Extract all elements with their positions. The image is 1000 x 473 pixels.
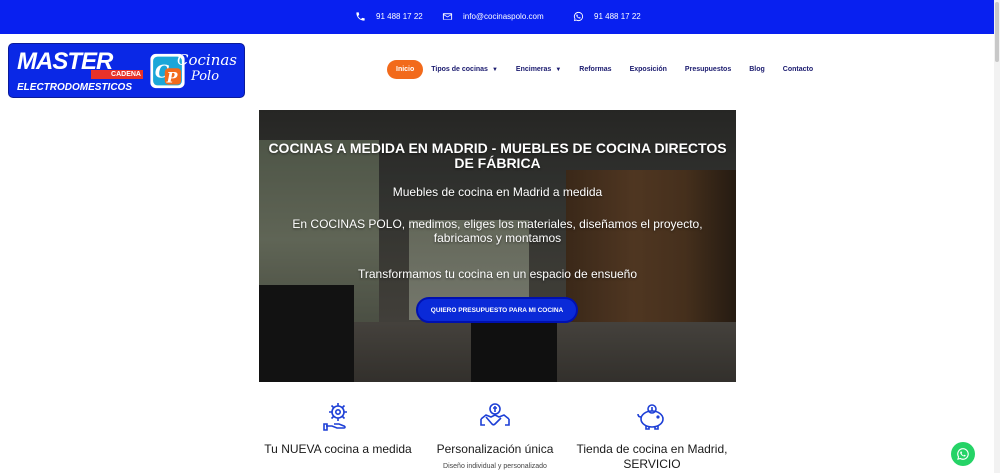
page-scrollbar[interactable] — [994, 0, 1000, 473]
chevron-down-icon: ▼ — [491, 66, 498, 73]
scrollbar-thumb[interactable] — [995, 2, 999, 62]
nav-item-tipos-de-cocinas[interactable]: Tipos de cocinas ▼ — [431, 66, 498, 73]
feature-kitchen-store: Tienda de cocina en Madrid, SERVICIO — [567, 400, 737, 472]
nav-label: Presupuestos — [684, 66, 732, 73]
main-navigation: Inicio Tipos de cocinas ▼ Encimeras ▼ Refo… — [387, 60, 831, 79]
logo-polo-text: Polo — [191, 69, 220, 84]
hero-title: COCINAS A MEDIDA EN MADRID - MUEBLES DE … — [268, 140, 727, 171]
hero-body: En COCINAS POLO, medimos, eliges los mat… — [292, 217, 703, 245]
nav-item-reformas[interactable]: Reformas — [579, 66, 611, 73]
nav-item-inicio[interactable]: Inicio — [387, 60, 424, 79]
hero-tagline: Transformamos tu cocina en un espacio de… — [357, 267, 638, 281]
feature-personalization: Personalización única Diseño individual … — [410, 400, 580, 470]
feature-title: Personalización única — [436, 442, 554, 456]
logo-cocinas-text: Cocinas — [177, 51, 238, 69]
hero-banner: COCINAS A MEDIDA EN MADRID - MUEBLES DE … — [259, 110, 736, 382]
email-contact[interactable]: info@cocinaspolo.com — [442, 11, 544, 22]
top-contact-bar: 91 488 17 22 info@cocinaspolo.com 91 488… — [0, 0, 1000, 34]
piggy-bank-icon — [637, 404, 664, 430]
nav-label: Contacto — [782, 66, 814, 73]
handshake-icon — [480, 403, 510, 426]
phone-icon — [356, 12, 365, 21]
nav-label: Blog — [749, 66, 765, 73]
logo-cadena-text: CADENA — [91, 70, 143, 79]
nav-label: Inicio — [396, 66, 415, 73]
logo-electrodomesticos-text: ELECTRODOMESTICOS — [17, 82, 133, 93]
nav-item-blog[interactable]: Blog — [749, 66, 765, 73]
whatsapp-icon — [957, 448, 969, 460]
chevron-down-icon: ▼ — [555, 66, 562, 73]
nav-label: Encimeras — [515, 66, 552, 73]
nav-item-exposicion[interactable]: Exposición — [630, 66, 667, 73]
feature-custom-kitchen: Tu NUEVA cocina a medida — [253, 400, 423, 457]
whatsapp-float-button[interactable] — [951, 442, 975, 466]
gear-hand-icon — [323, 403, 347, 431]
feature-description: Diseño individual y personalizado — [443, 463, 547, 470]
email-address: info@cocinaspolo.com — [463, 12, 544, 21]
quote-cta-button[interactable]: QUIERO PRESUPUESTO PARA MI COCINA — [416, 297, 578, 323]
phone-contact[interactable]: 91 488 17 22 — [355, 11, 423, 22]
whatsapp-contact[interactable]: 91 488 17 22 — [573, 11, 641, 22]
nav-item-contacto[interactable]: Contacto — [783, 66, 813, 73]
whatsapp-number: 91 488 17 22 — [594, 12, 641, 21]
nav-label: Reformas — [579, 66, 612, 73]
nav-item-presupuestos[interactable]: Presupuestos — [685, 66, 731, 73]
nav-item-encimeras[interactable]: Encimeras ▼ — [516, 66, 561, 73]
whatsapp-icon — [573, 11, 584, 22]
nav-label: Tipos de cocinas — [431, 66, 488, 73]
feature-title: Tu NUEVA cocina a medida — [264, 442, 412, 456]
svg-text:P: P — [166, 70, 179, 87]
nav-label: Exposición — [629, 66, 667, 73]
envelope-icon — [442, 13, 453, 20]
feature-title: Tienda de cocina en Madrid, SERVICIO — [576, 442, 728, 471]
site-logo[interactable]: MASTER CADENA ELECTRODOMESTICOS C P Coci… — [8, 43, 245, 98]
phone-number: 91 488 17 22 — [376, 12, 423, 21]
site-header: MASTER CADENA ELECTRODOMESTICOS C P Coci… — [0, 34, 1000, 106]
hero-subtitle: Muebles de cocina en Madrid a medida — [392, 185, 603, 199]
